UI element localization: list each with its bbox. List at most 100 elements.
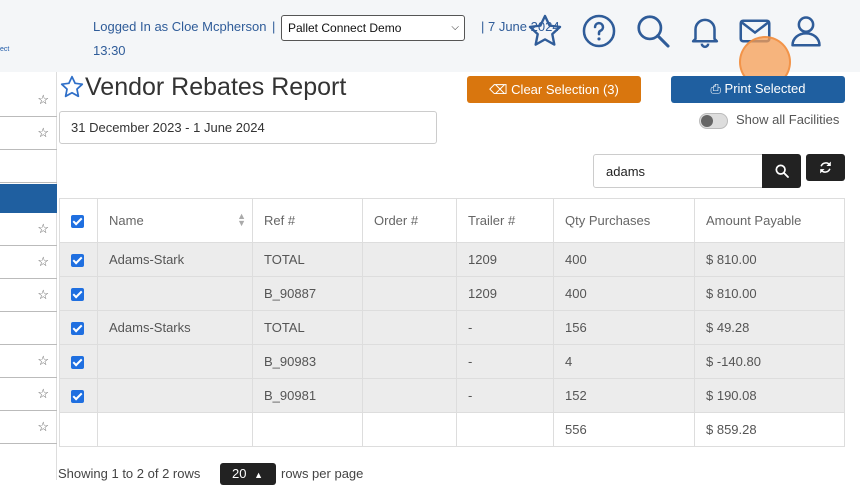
- row-select-cell: [59, 378, 98, 413]
- sidebar-item[interactable]: ☆: [0, 84, 57, 117]
- column-label: Order #: [374, 213, 419, 228]
- rebates-table: Name ▲ ▼ Ref # Order # Trailer # Qty Purch…: [59, 198, 845, 447]
- row-checkbox[interactable]: [71, 287, 84, 301]
- row-checkbox[interactable]: [71, 389, 84, 403]
- star-icon[interactable]: ☆: [37, 125, 49, 141]
- column-label: Amount Payable: [706, 213, 802, 228]
- company-select[interactable]: Pallet Connect Demo ⌵: [281, 15, 465, 41]
- star-icon[interactable]: ☆: [37, 287, 49, 303]
- show-all-facilities-toggle[interactable]: [699, 113, 728, 129]
- sidebar-item[interactable]: ☆: [0, 117, 57, 150]
- printer-icon: ⎙: [710, 81, 725, 96]
- cell-name: [97, 344, 253, 379]
- table-row[interactable]: B_90887 1209 400 $ 810.00: [59, 276, 845, 311]
- totals-empty-cell: [362, 412, 457, 447]
- eraser-icon: ⌫: [489, 82, 512, 97]
- cell-amount: $ 810.00: [694, 242, 845, 277]
- column-header-name[interactable]: Name ▲ ▼: [97, 198, 253, 243]
- column-label: Ref #: [264, 213, 296, 228]
- column-label: Qty Purchases: [565, 213, 651, 228]
- column-header-ref[interactable]: Ref #: [252, 198, 363, 243]
- table-row[interactable]: Adams-Starks TOTAL - 156 $ 49.28: [59, 310, 845, 345]
- cell-qty: 156: [553, 310, 695, 345]
- star-icon[interactable]: ☆: [37, 386, 49, 402]
- sidebar-item-active[interactable]: [0, 184, 57, 213]
- cell-order: [362, 310, 457, 345]
- sidebar-item[interactable]: ☆: [0, 378, 57, 411]
- chevron-down-icon: ⌵: [451, 22, 459, 33]
- cell-amount: $ 810.00: [694, 276, 845, 311]
- total-amount: $ 859.28: [694, 412, 845, 447]
- refresh-button[interactable]: [806, 154, 845, 181]
- sidebar-item[interactable]: ☆: [0, 279, 57, 312]
- row-select-cell: [59, 242, 98, 277]
- refresh-icon: [820, 161, 831, 174]
- cell-ref: B_90983: [252, 344, 363, 379]
- cell-name: [97, 378, 253, 413]
- column-label: Trailer #: [468, 213, 516, 228]
- row-checkbox[interactable]: [71, 253, 84, 267]
- sidebar-item[interactable]: [0, 312, 57, 345]
- top-header: ect Logged In as Cloe Mcpherson | Pallet…: [0, 0, 860, 88]
- column-header-qty[interactable]: Qty Purchases: [553, 198, 695, 243]
- separator: |: [272, 19, 276, 34]
- cell-qty: 400: [553, 242, 695, 277]
- sidebar: ☆ ☆ ☆ ☆ ☆ ☆ ☆ ☆: [0, 72, 57, 480]
- date-range-input[interactable]: 31 December 2023 - 1 June 2024: [59, 111, 437, 144]
- column-header-amount[interactable]: Amount Payable: [694, 198, 845, 243]
- sidebar-item[interactable]: ☆: [0, 411, 57, 444]
- cell-qty: 152: [553, 378, 695, 413]
- star-icon[interactable]: ☆: [37, 353, 49, 369]
- select-all-checkbox[interactable]: [71, 214, 84, 228]
- table-header-row: Name ▲ ▼ Ref # Order # Trailer # Qty Purch…: [59, 198, 845, 243]
- page-size-dropdown[interactable]: 20 ▲: [220, 463, 276, 485]
- star-icon[interactable]: ☆: [37, 221, 49, 237]
- cell-order: [362, 276, 457, 311]
- row-checkbox[interactable]: [71, 355, 84, 369]
- rows-per-page-label: rows per page: [281, 466, 364, 481]
- total-qty: 556: [553, 412, 695, 447]
- pagination-summary: Showing 1 to 2 of 2 rows: [58, 466, 201, 481]
- column-header-order[interactable]: Order #: [362, 198, 457, 243]
- row-checkbox[interactable]: [71, 321, 84, 335]
- cell-name: Adams-Stark: [97, 242, 253, 277]
- star-icon[interactable]: ☆: [37, 92, 49, 108]
- cell-qty: 400: [553, 276, 695, 311]
- user-icon[interactable]: [787, 12, 825, 50]
- totals-empty-cell: [97, 412, 253, 447]
- star-icon[interactable]: ☆: [37, 419, 49, 435]
- table-row[interactable]: B_90983 - 4 $ -140.80: [59, 344, 845, 379]
- search-icon[interactable]: [634, 12, 672, 50]
- search-icon: [775, 164, 789, 178]
- help-icon[interactable]: [580, 12, 618, 50]
- sidebar-item[interactable]: ☆: [0, 345, 57, 378]
- page-size-value: 20: [232, 466, 247, 481]
- cell-trailer: -: [456, 310, 554, 345]
- cell-amount: $ -140.80: [694, 344, 845, 379]
- cell-trailer: -: [456, 378, 554, 413]
- current-time: 13:30: [93, 43, 126, 58]
- cell-ref: TOTAL: [252, 242, 363, 277]
- sidebar-item[interactable]: ☆: [0, 246, 57, 279]
- favorite-page-star-icon[interactable]: [59, 74, 85, 100]
- print-selected-label: Print Selected: [724, 81, 806, 96]
- show-all-facilities-label: Show all Facilities: [736, 112, 840, 127]
- table-row[interactable]: B_90981 - 152 $ 190.08: [59, 378, 845, 413]
- search-input[interactable]: adams: [593, 154, 763, 188]
- column-header-trailer[interactable]: Trailer #: [456, 198, 554, 243]
- table-totals-row: 556 $ 859.28: [59, 412, 845, 447]
- totals-empty-cell: [59, 412, 98, 447]
- company-select-value: Pallet Connect Demo: [288, 21, 402, 35]
- sort-icon: ▲ ▼: [237, 211, 246, 228]
- search-button[interactable]: [762, 154, 801, 188]
- cell-amount: $ 49.28: [694, 310, 845, 345]
- sidebar-item[interactable]: [0, 150, 57, 183]
- bell-icon[interactable]: [686, 12, 724, 50]
- table-row[interactable]: Adams-Stark TOTAL 1209 400 $ 810.00: [59, 242, 845, 277]
- star-icon[interactable]: ☆: [37, 254, 49, 270]
- sidebar-item[interactable]: ☆: [0, 213, 57, 246]
- clear-selection-label: Clear Selection (3): [511, 82, 619, 97]
- print-selected-button[interactable]: ⎙ Print Selected: [671, 76, 845, 103]
- favorites-star-icon[interactable]: [526, 12, 564, 50]
- clear-selection-button[interactable]: ⌫ Clear Selection (3): [467, 76, 641, 103]
